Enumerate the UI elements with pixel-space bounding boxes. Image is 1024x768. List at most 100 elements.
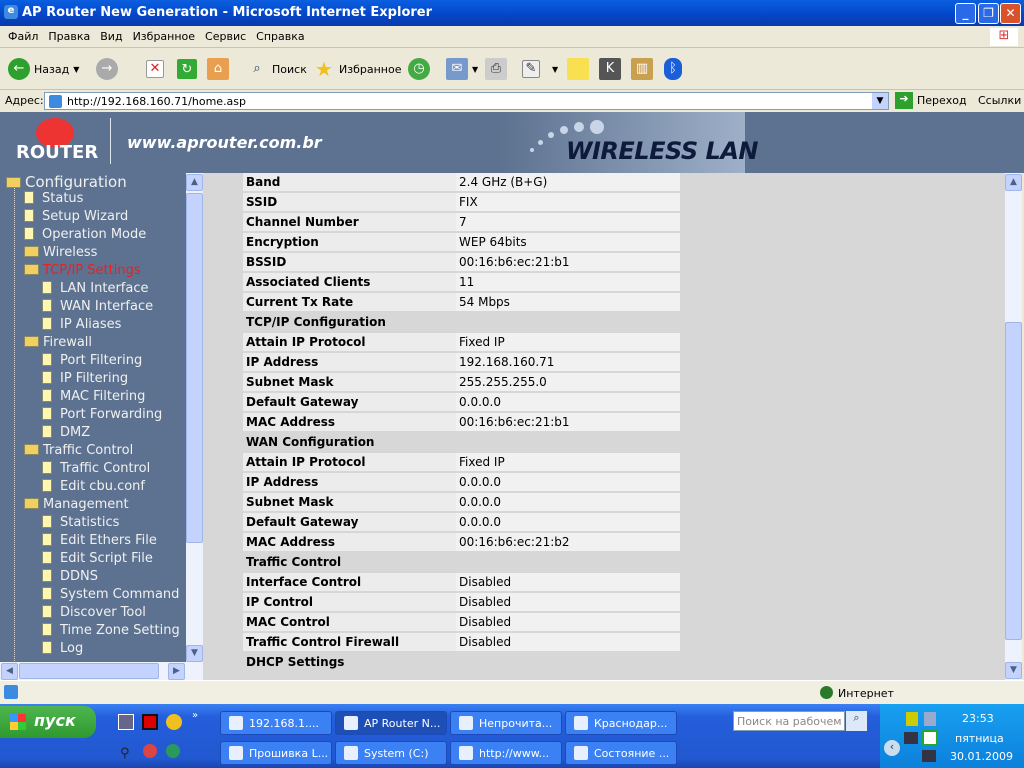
refresh-button[interactable]: ↻ [177, 56, 197, 82]
section-title: DHCP Settings [243, 653, 680, 673]
quicklaunch-film-icon[interactable] [118, 714, 134, 730]
tree-hscroll-thumb[interactable] [19, 663, 159, 679]
go-arrow-icon[interactable]: ➜ [895, 92, 913, 109]
table-row: IP Control Disabled [243, 593, 680, 613]
taskbar-button[interactable]: Прошивка L... [220, 741, 332, 765]
quicklaunch-media-icon[interactable] [143, 744, 157, 758]
tree-item[interactable]: Traffic Control [42, 460, 150, 478]
scroll-right-icon[interactable]: ▶ [168, 663, 185, 680]
edit-button[interactable]: ✎ ▼ [522, 56, 558, 82]
menu-tools[interactable]: Сервис [200, 26, 251, 43]
research-button[interactable]: ▥ [631, 56, 653, 82]
window-title: AP Router New Generation - Microsoft Int… [22, 5, 433, 20]
quicklaunch-more-icon[interactable]: » [192, 710, 198, 721]
tray-chat-icon[interactable] [922, 730, 938, 746]
tray-expand-icon[interactable]: ‹ [884, 740, 900, 756]
tree-item[interactable]: TCP/IP Settings [24, 262, 141, 280]
go-button[interactable]: Переход [917, 94, 967, 107]
taskbar-button[interactable]: Краснодар... [565, 711, 677, 735]
tree-item[interactable]: Firewall [24, 334, 92, 352]
tree-item[interactable]: Status [24, 190, 83, 208]
zone-label: Интернет [838, 687, 894, 700]
taskbar-button[interactable]: Состояние ... [565, 741, 677, 765]
back-button[interactable]: ← Назад ▼ [8, 56, 79, 82]
print-button[interactable]: ⎙ [485, 56, 507, 82]
scroll-down-icon[interactable]: ▼ [186, 645, 203, 662]
tree-item[interactable]: Operation Mode [24, 226, 146, 244]
forward-button[interactable]: → [96, 56, 118, 82]
tray-app2-icon[interactable] [924, 712, 936, 726]
quicklaunch-globe-icon[interactable] [166, 744, 180, 758]
quicklaunch-c-icon[interactable] [142, 714, 158, 730]
tree-item[interactable]: Management [24, 496, 129, 514]
tree-item[interactable]: WAN Interface [42, 298, 153, 316]
tree-item[interactable]: Port Filtering [42, 352, 142, 370]
main-scroll-down-icon[interactable]: ▼ [1005, 662, 1022, 679]
favorites-label: Избранное [339, 62, 402, 76]
tree-item[interactable]: Port Forwarding [42, 406, 162, 424]
section-header: TCP/IP Configuration [243, 313, 680, 333]
links-button[interactable]: Ссылки [978, 94, 1021, 107]
quicklaunch-app-icon[interactable] [166, 714, 182, 730]
menu-view[interactable]: Вид [95, 26, 127, 43]
tree-item[interactable]: IP Filtering [42, 370, 128, 388]
clock-time[interactable]: 23:53 [962, 712, 994, 725]
maximize-button[interactable]: ❐ [978, 3, 999, 24]
history-button[interactable]: ◷ [408, 56, 430, 82]
close-button[interactable]: ✕ [1000, 3, 1021, 24]
menu-file[interactable]: Файл [0, 26, 43, 43]
menu-favorites[interactable]: Избранное [128, 26, 200, 43]
tree-root-configuration[interactable]: Configuration [6, 173, 127, 191]
clock-day: пятница [955, 732, 1004, 745]
start-button[interactable]: пуск [0, 706, 96, 738]
tree-item[interactable]: DMZ [42, 424, 90, 442]
quicklaunch-network-icon[interactable]: ⚲ [120, 746, 130, 761]
menu-help[interactable]: Справка [251, 26, 309, 43]
tree-item[interactable]: Edit cbu.conf [42, 478, 145, 496]
main-scroll-up-icon[interactable]: ▲ [1005, 174, 1022, 191]
tree-scroll-thumb[interactable] [186, 193, 203, 543]
tree-item[interactable]: Setup Wizard [24, 208, 128, 226]
main-scroll-thumb[interactable] [1005, 322, 1022, 640]
tray-network-icon[interactable] [904, 732, 918, 744]
favorites-button[interactable]: ★ Избранное [313, 56, 401, 82]
taskbar-button[interactable]: http://www... [450, 741, 562, 765]
bluetooth-button[interactable]: ᛒ [664, 56, 682, 82]
tree-item[interactable]: Traffic Control [24, 442, 133, 460]
minimize-button[interactable]: _ [955, 3, 976, 24]
scroll-left-icon[interactable]: ◀ [1, 663, 18, 680]
stop-button[interactable]: ✕ [146, 56, 164, 82]
tree-item[interactable]: Discover Tool [42, 604, 146, 622]
home-button[interactable]: ⌂ [207, 56, 229, 82]
tree-item[interactable]: DDNS [42, 568, 98, 586]
tree-item[interactable]: Edit Script File [42, 550, 153, 568]
tree-item[interactable]: LAN Interface [42, 280, 149, 298]
taskbar-button[interactable]: System (C:) [335, 741, 447, 765]
tree-item[interactable]: MAC Filtering [42, 388, 145, 406]
mail-button[interactable]: ✉ ▼ [446, 56, 478, 82]
tray-network2-icon[interactable] [922, 750, 936, 762]
tree-item[interactable]: Log [42, 640, 83, 658]
tree-item[interactable]: Wireless [24, 244, 97, 262]
address-input[interactable]: http://192.168.160.71/home.asp ▼ [44, 92, 889, 110]
desktop-search-input[interactable]: Поиск на рабочем столе [733, 711, 845, 731]
tree-item[interactable]: Time Zone Setting [42, 622, 180, 640]
tree-item[interactable]: Edit Ethers File [42, 532, 157, 550]
document-icon [42, 353, 52, 366]
tree-item[interactable]: Statistics [42, 514, 119, 532]
taskbar-button[interactable]: Непрочита... [450, 711, 562, 735]
address-dropdown-icon[interactable]: ▼ [872, 93, 888, 109]
menu-edit[interactable]: Правка [43, 26, 95, 43]
taskbar-button[interactable]: AP Router N... [335, 711, 447, 735]
tree-item[interactable]: System Command [42, 586, 179, 604]
row-label: Subnet Mask [243, 373, 456, 393]
scroll-up-icon[interactable]: ▲ [186, 174, 203, 191]
tree-item[interactable]: IP Aliases [42, 316, 121, 334]
note-button[interactable] [567, 56, 589, 82]
search-button[interactable]: ⌕ Поиск [246, 56, 306, 82]
k-button[interactable]: K [599, 56, 621, 82]
desktop-search-icon[interactable]: ⌕ [846, 711, 867, 731]
tray-app-icon[interactable] [906, 712, 918, 726]
taskbar-button[interactable]: 192.168.1.... [220, 711, 332, 735]
tree-item-label: Port Forwarding [60, 407, 163, 422]
